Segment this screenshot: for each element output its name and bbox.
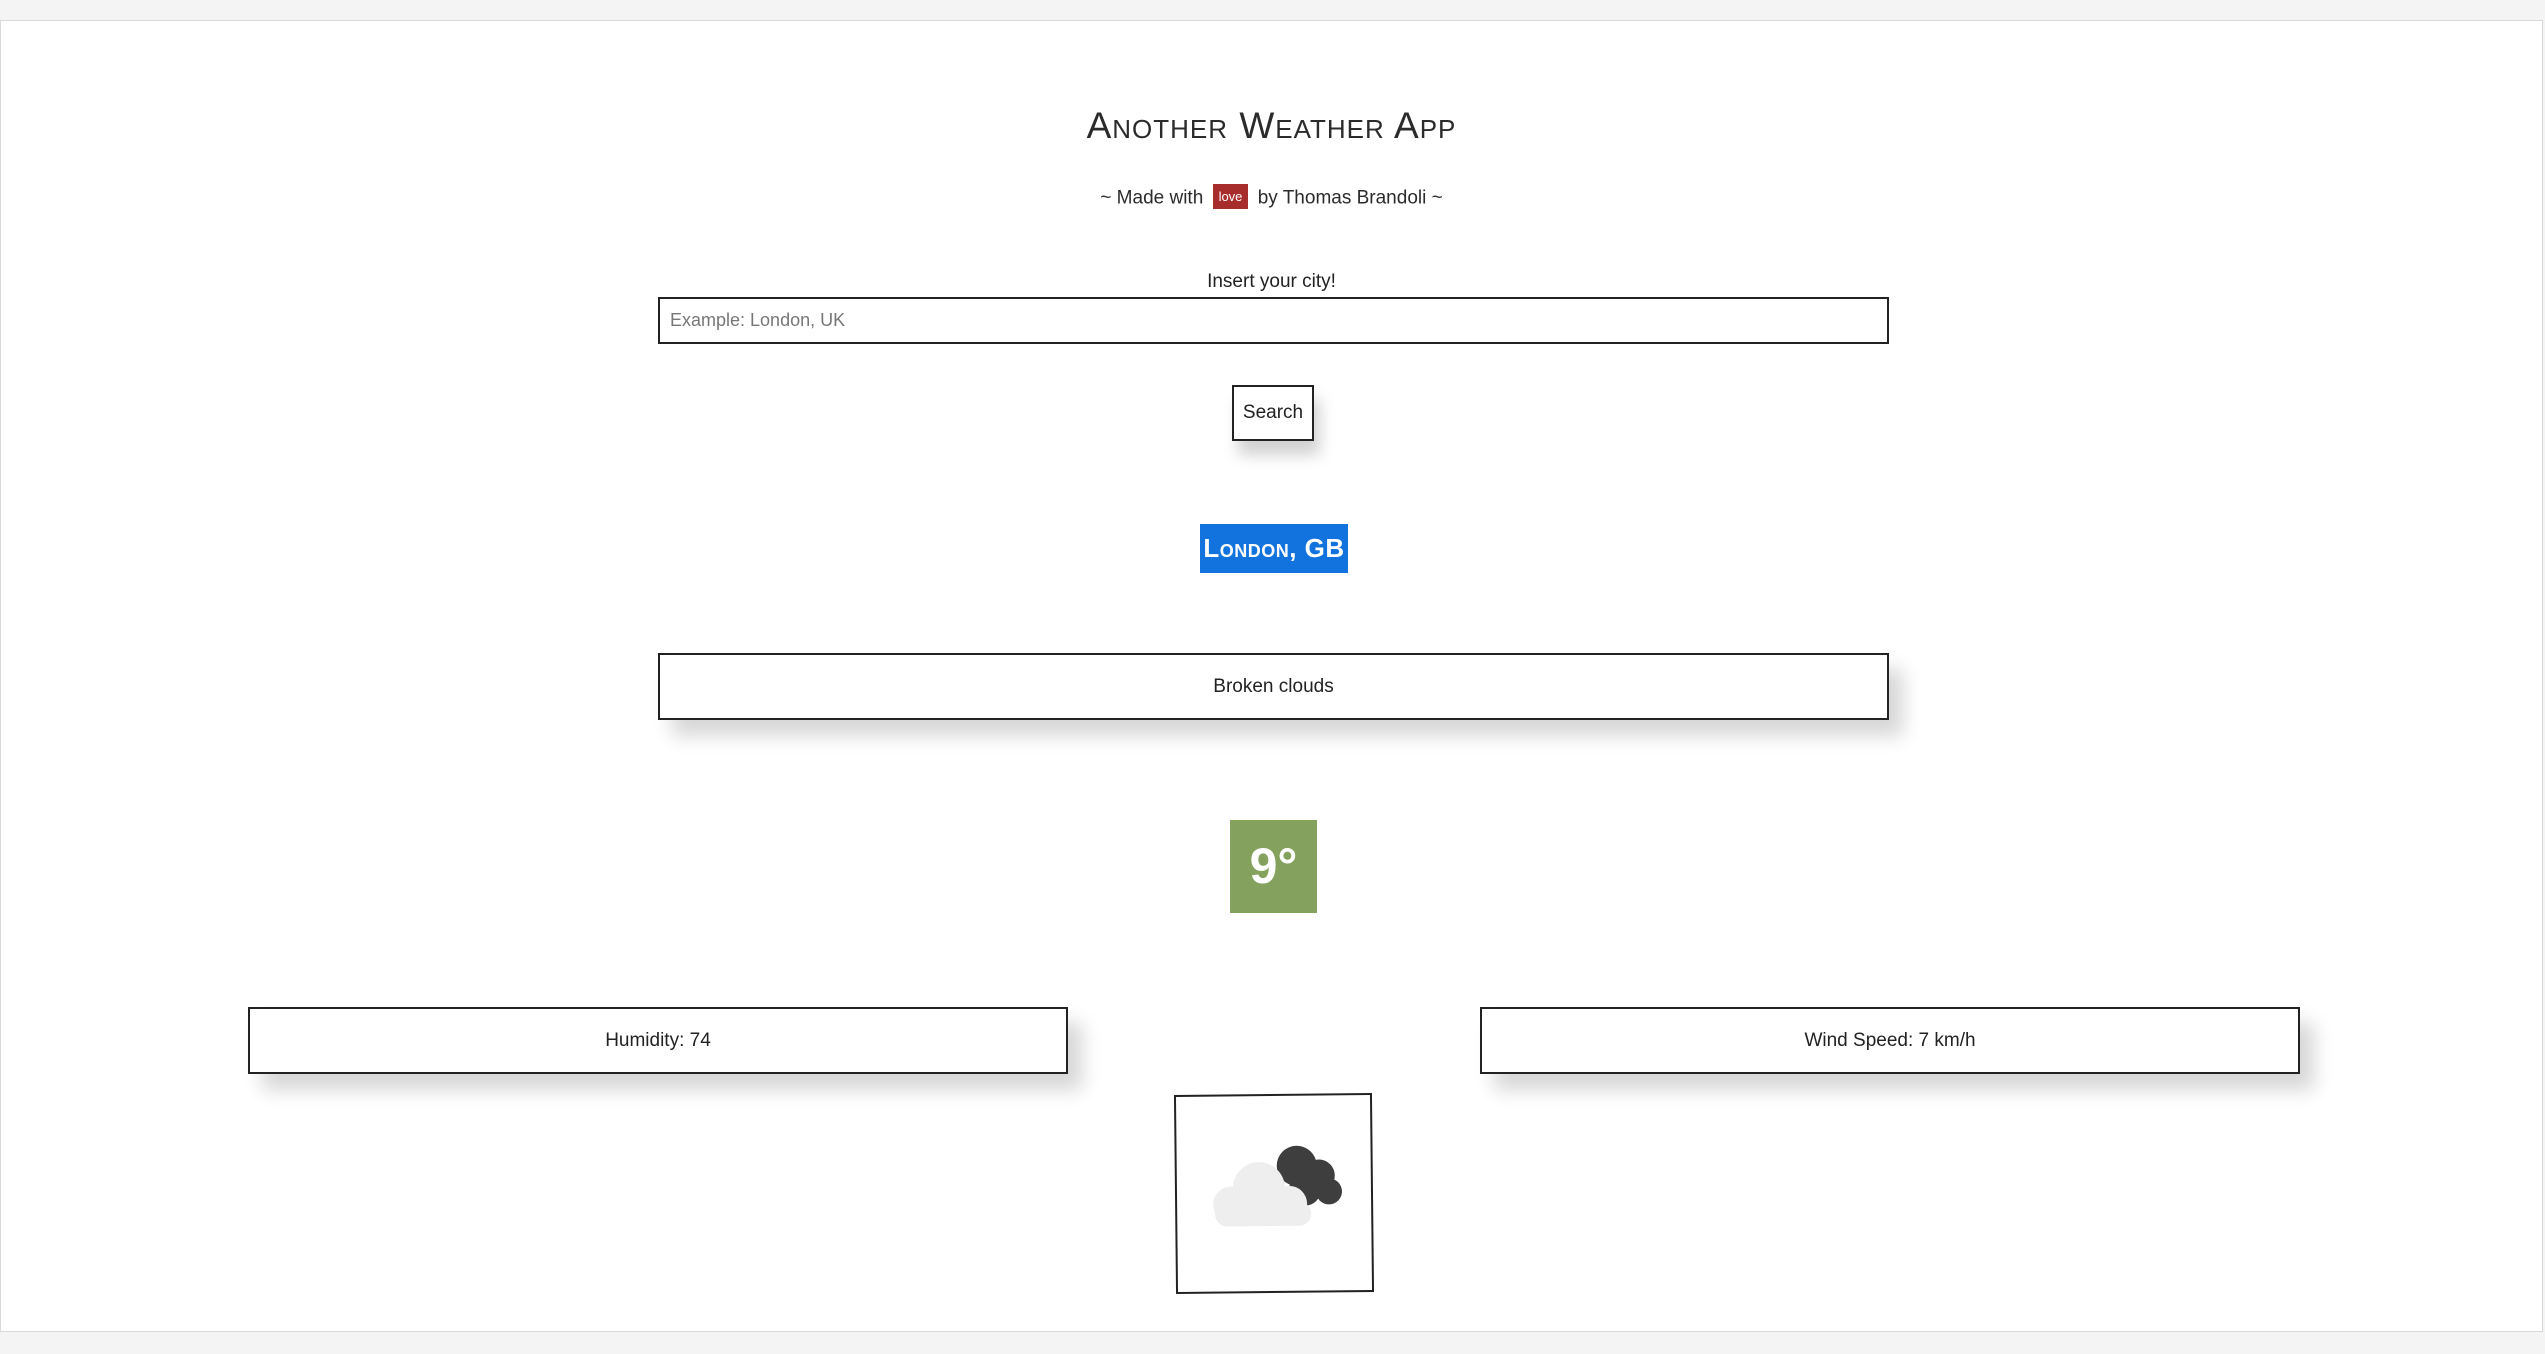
love-badge: love: [1212, 184, 1249, 209]
humidity-box: Humidity: 74: [248, 1007, 1068, 1074]
subtitle-prefix: ~ Made with: [1100, 187, 1204, 209]
weather-icon-frame: [1173, 1092, 1375, 1295]
app-title: Another Weather App: [1086, 105, 1457, 146]
search-button[interactable]: Search: [1232, 385, 1314, 441]
app-page: Another Weather App ~ Made with love by …: [0, 20, 2543, 1332]
subtitle-suffix: by Thomas Brandoli ~: [1257, 187, 1443, 209]
city-input-label: Insert your city!: [1207, 271, 1336, 292]
city-name-badge: London, GB: [1200, 524, 1348, 573]
temperature-badge: 9°: [1230, 820, 1317, 913]
broken-clouds-icon: [1213, 1145, 1342, 1227]
app-subtitle: ~ Made with love by Thomas Brandoli ~: [1, 184, 2542, 211]
city-search-input[interactable]: [658, 297, 1889, 344]
weather-description-box: Broken clouds: [658, 653, 1889, 720]
wind-speed-box: Wind Speed: 7 km/h: [1480, 1007, 2300, 1074]
